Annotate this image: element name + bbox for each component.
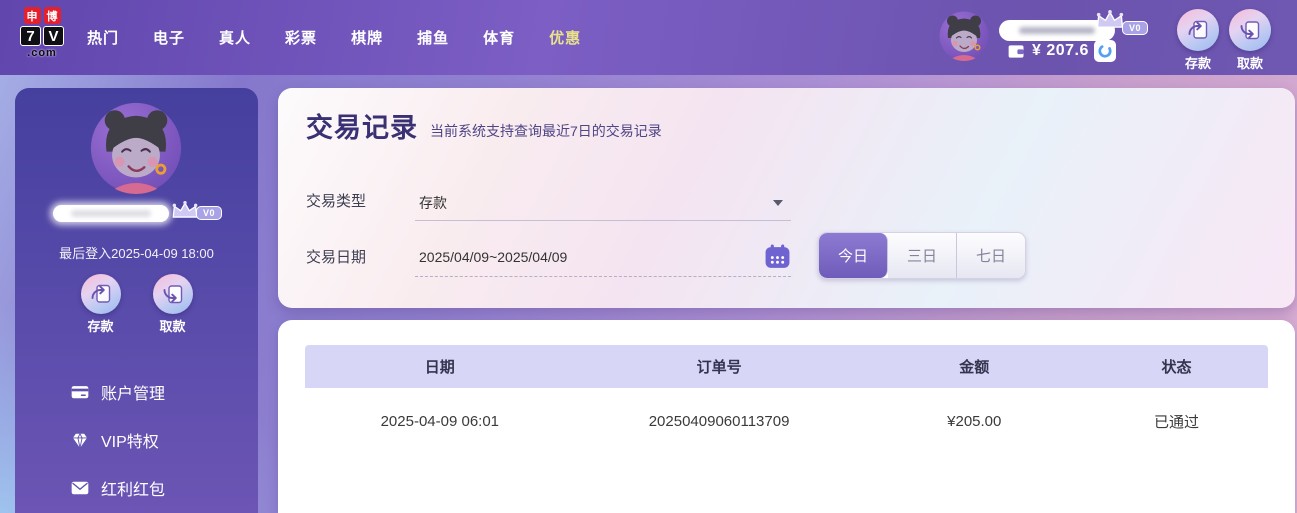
transaction-date-input[interactable]: 2025/04/09~2025/04/09 [415, 240, 791, 277]
range-button-three-days[interactable]: 三日 [888, 233, 957, 278]
last-login-text: 最后登入2025-04-09 18:00 [59, 246, 214, 261]
cell-order-no: 20250409060113709 [648, 412, 790, 430]
brand-num: 7 [20, 26, 41, 46]
vip-level-badge: V0 [1122, 21, 1149, 35]
transaction-filter-card: 交易记录 当前系统支持查询最近7日的交易记录 交易类型 存款 交易日期 2025… [278, 88, 1295, 308]
nav-item-live[interactable]: 真人 [202, 27, 268, 48]
refresh-balance-button[interactable] [1093, 40, 1116, 62]
main-nav: 热门 电子 真人 彩票 棋牌 捕鱼 体育 优惠 [70, 0, 598, 75]
username-blur [71, 210, 151, 217]
transaction-type-value: 存款 [419, 195, 447, 211]
table-header-amount: 金额 [959, 359, 990, 376]
nav-item-hot[interactable]: 热门 [70, 27, 136, 48]
balance-amount: ¥ 207.6 [1032, 42, 1089, 59]
nav-item-electronic[interactable]: 电子 [136, 27, 202, 48]
deposit-label: 存款 [87, 319, 114, 334]
calendar-icon[interactable] [764, 243, 791, 270]
nav-item-chess[interactable]: 棋牌 [334, 27, 400, 48]
withdraw-label: 取款 [1236, 56, 1263, 71]
sidebar-user-avatar[interactable] [90, 102, 182, 194]
deposit-label: 存款 [1184, 56, 1211, 71]
brand-cn-2: 博 [43, 7, 61, 24]
range-button-today[interactable]: 今日 [819, 233, 888, 278]
deposit-icon [1177, 9, 1219, 51]
wallet-icon [1008, 44, 1024, 58]
deposit-button-sidebar[interactable]: 存款 [77, 274, 125, 335]
table-header-status: 状态 [1161, 359, 1192, 376]
sidebar-menu: 账户管理 VIP特权 红利红包 [15, 368, 258, 512]
sidebar-user-row: V0 [15, 198, 258, 228]
withdraw-button-top[interactable]: 取款 [1226, 9, 1274, 72]
top-navbar: 申 博 7 V .com 热门 电子 真人 彩票 棋牌 捕鱼 体育 优惠 V0 … [0, 0, 1297, 75]
avatar-cartoon-icon [90, 102, 182, 194]
page-subtitle: 当前系统支持查询最近7日的交易记录 [430, 123, 662, 139]
table-header-date: 日期 [424, 359, 455, 376]
username-blur [1019, 27, 1095, 34]
brand-logo-cn: 申 博 [23, 7, 61, 24]
envelope-icon [71, 481, 89, 495]
nav-item-lottery[interactable]: 彩票 [268, 27, 334, 48]
avatar-cartoon-icon [939, 11, 989, 61]
range-button-seven-days[interactable]: 七日 [957, 233, 1025, 278]
transaction-type-select[interactable]: 存款 [415, 184, 791, 221]
bank-card-icon [71, 386, 89, 399]
transaction-date-label: 交易日期 [306, 249, 367, 266]
username-masked [53, 205, 169, 222]
cell-status: 已通过 [1153, 413, 1199, 431]
brand-cn-1: 申 [23, 7, 41, 24]
cell-date: 2025-04-09 06:01 [380, 412, 500, 430]
sidebar-item-bonus-redpacket[interactable]: 红利红包 [15, 464, 258, 512]
refresh-icon [1098, 44, 1112, 58]
cell-amount: ¥205.00 [947, 412, 1002, 430]
brand-tld: .com [27, 47, 57, 59]
card-header: 交易记录 当前系统支持查询最近7日的交易记录 [306, 106, 662, 145]
brand-logo[interactable]: 申 博 7 V .com [12, 7, 72, 59]
withdraw-button-sidebar[interactable]: 取款 [149, 274, 197, 335]
profile-sidebar: V0 最后登入2025-04-09 18:00 存款 取款 账户管理 VIP特权… [15, 88, 258, 513]
user-avatar[interactable] [939, 11, 989, 61]
chevron-down-icon [773, 200, 783, 206]
brand-logo-7v: 7 V [20, 26, 64, 46]
deposit-button-top[interactable]: 存款 [1174, 9, 1222, 72]
sidebar-item-label: 红利红包 [101, 482, 166, 499]
nav-item-fishing[interactable]: 捕鱼 [400, 27, 466, 48]
sidebar-item-label: 账户管理 [101, 386, 166, 403]
sidebar-quick-actions: 存款 取款 [15, 274, 258, 335]
vip-level-badge: V0 [196, 206, 223, 220]
table-header-row: 日期 订单号 金额 状态 [305, 345, 1268, 388]
brand-letter: V [43, 26, 64, 46]
gem-icon [72, 432, 88, 449]
sidebar-item-account-management[interactable]: 账户管理 [15, 368, 258, 416]
transaction-table: 日期 订单号 金额 状态 2025-04-09 06:01 2025040906… [305, 345, 1268, 454]
page-title: 交易记录 [306, 113, 418, 143]
balance-row: ¥ 207.6 [1006, 40, 1116, 62]
table-header-order-no: 订单号 [696, 359, 742, 376]
transaction-type-label: 交易类型 [306, 193, 367, 210]
transaction-date-value: 2025/04/09~2025/04/09 [419, 249, 568, 265]
transaction-table-card: 日期 订单号 金额 状态 2025-04-09 06:01 2025040906… [278, 320, 1295, 513]
sidebar-item-label: VIP特权 [101, 434, 159, 451]
sidebar-item-vip-privilege[interactable]: VIP特权 [15, 416, 258, 464]
withdraw-label: 取款 [159, 319, 186, 334]
nav-item-promo[interactable]: 优惠 [532, 27, 598, 48]
table-row: 2025-04-09 06:01 20250409060113709 ¥205.… [305, 388, 1268, 454]
date-range-buttons: 今日 三日 七日 [818, 232, 1026, 279]
deposit-icon [80, 274, 121, 314]
nav-item-sports[interactable]: 体育 [466, 27, 532, 48]
withdraw-icon [152, 274, 193, 314]
withdraw-icon [1229, 9, 1271, 51]
